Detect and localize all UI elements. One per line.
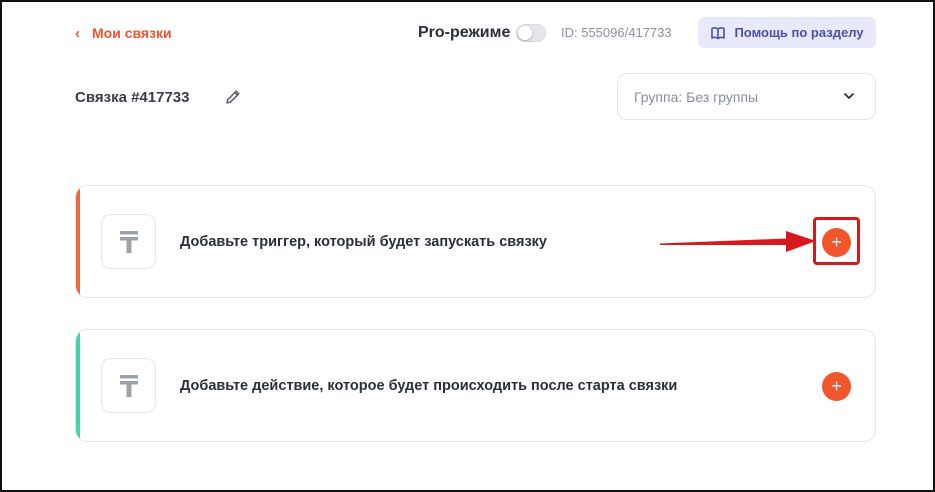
help-button-label: Помощь по разделу	[734, 25, 864, 40]
action-step-label: Добавьте действие, которое будет происхо…	[180, 377, 678, 394]
toggle-knob	[518, 26, 533, 40]
chevron-down-icon	[844, 93, 854, 99]
pro-mode-toggle[interactable]	[516, 24, 547, 42]
help-button[interactable]: Помощь по разделу	[698, 17, 876, 48]
step-accent-bar	[76, 186, 80, 297]
book-icon	[711, 26, 726, 39]
trigger-step-label: Добавьте триггер, который будет запускат…	[180, 233, 547, 250]
group-select[interactable]: Группа: Без группы	[617, 73, 876, 120]
highlight-box	[813, 217, 860, 265]
page-title: Связка #417733	[75, 89, 190, 106]
back-link[interactable]: ‹ Мои связки	[75, 25, 172, 41]
pro-mode-label: Pro-режиме	[418, 24, 511, 41]
chevron-left-icon: ‹	[75, 24, 80, 42]
action-step-card[interactable]: Добавьте действие, которое будет происхо…	[75, 329, 876, 442]
bundle-id: ID: 555096/417733	[561, 25, 672, 40]
pro-mode: Pro-режиме	[418, 24, 547, 42]
placeholder-service-icon	[119, 374, 138, 397]
pointer-arrow-icon	[660, 231, 816, 252]
step-accent-bar	[76, 330, 80, 441]
edit-pencil-icon[interactable]	[224, 88, 242, 106]
group-select-value: Группа: Без группы	[634, 88, 759, 105]
placeholder-service-icon	[119, 230, 138, 253]
step-service-placeholder	[101, 358, 156, 413]
add-action-button[interactable]: +	[822, 372, 851, 401]
back-link-label: Мои связки	[92, 25, 172, 41]
step-service-placeholder	[101, 214, 156, 269]
